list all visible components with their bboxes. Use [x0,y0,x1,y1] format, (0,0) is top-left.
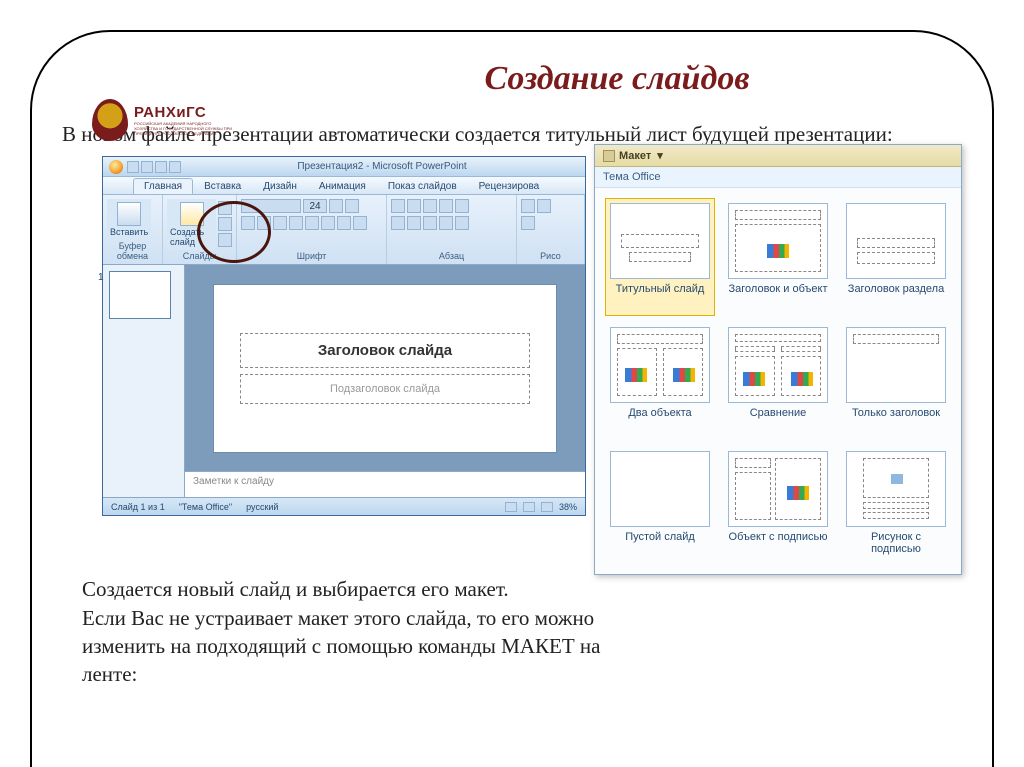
reset-icon[interactable] [218,217,232,231]
columns-icon[interactable] [455,216,469,230]
numbering-icon[interactable] [407,199,421,213]
layout-icon[interactable] [218,201,232,215]
bold-icon[interactable] [241,216,255,230]
line-spacing-icon[interactable] [455,199,469,213]
layout-content-caption[interactable]: Объект с подписью [723,446,833,564]
group-clipboard: Буфер обмена [107,240,158,262]
layout-title-only[interactable]: Только заголовок [841,322,951,440]
layout-label: Два объекта [628,407,691,435]
layout-blank[interactable]: Пустой слайд [605,446,715,564]
arrange-icon[interactable] [537,199,551,213]
tab-design[interactable]: Дизайн [252,178,308,194]
gallery-grid: Титульный слайд Заголовок и объект [595,188,961,574]
align-right-icon[interactable] [423,216,437,230]
slide-title: Создание слайдов [272,60,962,98]
new-slide-label: Создать слайд [170,227,213,247]
thumbnail-1[interactable] [109,271,171,319]
layout-label: Пустой слайд [625,531,695,559]
current-slide: Заголовок слайда Подзаголовок слайда [213,284,557,453]
strike-icon[interactable] [289,216,303,230]
tab-slideshow[interactable]: Показ слайдов [377,178,468,194]
italic-icon[interactable] [257,216,271,230]
layout-label: Сравнение [750,407,807,435]
slide-thumbnails[interactable] [103,265,185,497]
layout-two-content[interactable]: Два объекта [605,322,715,440]
font-size-combo[interactable]: 24 [303,199,327,213]
logo-fullname: РОССИЙСКАЯ АКАДЕМИЯ НАРОДНОГО ХОЗЯЙСТВА … [134,121,234,136]
layout-button[interactable]: Макет ▾ [595,145,961,167]
paste-button[interactable]: Вставить [107,199,151,240]
picture-icon [891,474,903,484]
paste-label: Вставить [110,227,148,237]
font-family-combo[interactable] [241,199,301,213]
window-titlebar: Презентация2 - Microsoft PowerPoint [103,157,585,177]
layout-picture-caption[interactable]: Рисунок с подписью [841,446,951,564]
group-font: Шрифт [241,250,382,262]
gallery-section-header: Тема Office [595,167,961,188]
view-sorter-icon[interactable] [523,502,535,512]
layout-label: Заголовок раздела [848,283,944,311]
status-bar: Слайд 1 из 1 "Тема Office" русский 38% [103,497,585,515]
outro-text: Создается новый слайд и выбирается его м… [82,575,642,688]
shadow-icon[interactable] [305,216,319,230]
ribbon: Вставить Буфер обмена Создать слайд Слай… [103,195,585,265]
layout-label: Титульный слайд [616,283,705,311]
font-row1: 24 [241,199,359,213]
status-slide-pos: Слайд 1 из 1 [111,502,165,512]
spacing-icon[interactable] [321,216,335,230]
tab-review[interactable]: Рецензирова [468,178,551,194]
status-theme: "Тема Office" [179,502,232,512]
institution-logo: РАНХиГС РОССИЙСКАЯ АКАДЕМИЯ НАРОДНОГО ХО… [92,92,252,147]
slide-editor[interactable]: Заголовок слайда Подзаголовок слайда [185,265,585,471]
layout-label: Рисунок с подписью [846,531,946,559]
ribbon-tabs: Главная Вставка Дизайн Анимация Показ сл… [103,177,585,195]
indent-inc-icon[interactable] [439,199,453,213]
case-icon[interactable] [337,216,351,230]
logo-acronym: РАНХиГС [134,104,234,121]
status-lang: русский [246,502,278,512]
delete-icon[interactable] [218,233,232,247]
layout-comparison[interactable]: Сравнение [723,322,833,440]
bullets-icon[interactable] [391,199,405,213]
office-button-icon[interactable] [109,160,123,174]
group-paragraph: Абзац [391,250,512,262]
indent-dec-icon[interactable] [423,199,437,213]
layout-gallery: Макет ▾ Тема Office Титульный слайд [594,144,962,575]
title-placeholder[interactable]: Заголовок слайда [240,333,530,368]
group-slides: Слайды [167,250,232,262]
tab-insert[interactable]: Вставка [193,178,252,194]
subtitle-placeholder[interactable]: Подзаголовок слайда [240,374,530,404]
quick-styles-icon[interactable] [521,216,535,230]
font-color-icon[interactable] [353,216,367,230]
justify-icon[interactable] [439,216,453,230]
layout-title-slide[interactable]: Титульный слайд [605,198,715,316]
tab-animation[interactable]: Анимация [308,178,377,194]
window-title: Презентация2 - Microsoft PowerPoint [185,161,579,172]
underline-icon[interactable] [273,216,287,230]
shapes-icon[interactable] [521,199,535,213]
layout-label: Объект с подписью [729,531,828,559]
zoom-level[interactable]: 38% [559,502,577,512]
align-center-icon[interactable] [407,216,421,230]
quick-access-toolbar[interactable] [127,161,181,173]
tab-home[interactable]: Главная [133,178,193,194]
crest-icon [92,99,128,141]
slide-frame: РАНХиГС РОССИЙСКАЯ АКАДЕМИЯ НАРОДНОГО ХО… [30,30,994,767]
chevron-down-icon: ▾ [657,149,663,162]
group-drawing: Рисо [521,250,580,262]
layout-label: Только заголовок [852,407,940,435]
grow-font-icon[interactable] [329,199,343,213]
view-normal-icon[interactable] [505,502,517,512]
powerpoint-window: Презентация2 - Microsoft PowerPoint Глав… [102,156,586,516]
new-slide-button[interactable]: Создать слайд [167,199,216,250]
layout-label: Заголовок и объект [729,283,828,311]
notes-pane[interactable]: Заметки к слайду [185,471,585,497]
layout-button-icon [603,150,615,162]
layout-title-content[interactable]: Заголовок и объект [723,198,833,316]
layout-section-header[interactable]: Заголовок раздела [841,198,951,316]
view-slideshow-icon[interactable] [541,502,553,512]
align-left-icon[interactable] [391,216,405,230]
layout-button-label: Макет [619,150,651,162]
shrink-font-icon[interactable] [345,199,359,213]
